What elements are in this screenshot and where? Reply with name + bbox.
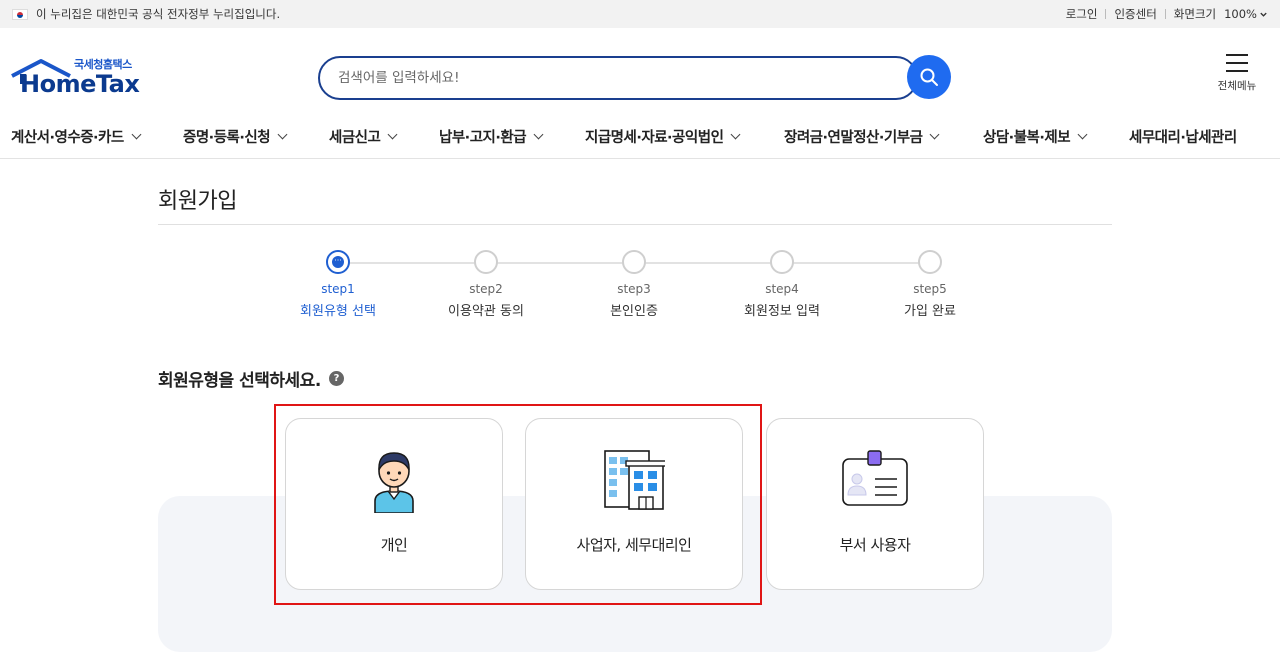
- step-4: step4 회원정보 입력: [722, 250, 842, 319]
- chevron-down-icon: [730, 129, 741, 140]
- card-label: 부서 사용자: [839, 536, 911, 554]
- search-button[interactable]: [907, 55, 951, 99]
- step-number: step5: [913, 282, 947, 296]
- chevron-down-icon: [131, 129, 142, 140]
- step-1: step1 회원유형 선택: [278, 250, 398, 319]
- nav-label: 증명·등록·신청: [183, 130, 271, 146]
- member-type-department-card[interactable]: 부서 사용자: [766, 418, 984, 590]
- step-5: step5 가입 완료: [870, 250, 990, 319]
- card-label: 사업자, 세무대리인: [576, 536, 692, 554]
- section-title-text: 회원유형을 선택하세요.: [158, 371, 321, 391]
- building-icon: [604, 450, 665, 510]
- global-nav: 계산서·영수증·카드 증명·등록·신청 세금신고 납부·고지·환급 지급명세·자…: [0, 112, 1280, 159]
- chevron-down-icon: [929, 129, 940, 140]
- search-input[interactable]: [338, 70, 898, 86]
- chevron-down-icon: [1077, 129, 1088, 140]
- nav-label: 납부·고지·환급: [439, 130, 527, 146]
- divider: [1164, 9, 1166, 19]
- nav-label: 장려금·연말정산·기부금: [784, 130, 923, 146]
- header: 국세청홈택스 HomeTax 전체메뉴: [0, 28, 1280, 110]
- all-menu-button[interactable]: 전체메뉴: [1212, 54, 1262, 93]
- section-title: 회원유형을 선택하세요. ?: [158, 366, 344, 391]
- cert-center-link[interactable]: 인증센터: [1114, 6, 1156, 22]
- person-icon: [374, 452, 414, 513]
- step-current-icon: [326, 250, 350, 274]
- utility-links: 로그인 인증센터 화면크기 100%: [1066, 6, 1268, 22]
- step-number: step2: [469, 282, 503, 296]
- gov-banner: 이 누리집은 대한민국 공식 전자정부 누리집입니다. 로그인 인증센터 화면크…: [0, 0, 1280, 28]
- nav-item-statements[interactable]: 지급명세·자료·공익법인: [585, 126, 741, 147]
- step-label: 회원정보 입력: [744, 304, 820, 319]
- member-type-individual-card[interactable]: 개인: [285, 418, 503, 590]
- nav-item-incentives[interactable]: 장려금·연말정산·기부금: [784, 126, 940, 147]
- step-label: 이용약관 동의: [448, 304, 524, 319]
- card-label: 개인: [380, 536, 408, 554]
- chevron-down-icon: [1260, 12, 1267, 17]
- step-label: 회원유형 선택: [300, 304, 376, 319]
- nav-item-consulting[interactable]: 상담·불복·제보: [983, 126, 1088, 147]
- step-circle-icon: [770, 250, 794, 274]
- search-box: [318, 56, 918, 100]
- chevron-down-icon: [387, 129, 398, 140]
- divider: [1105, 9, 1107, 19]
- nav-label: 지급명세·자료·공익법인: [585, 130, 724, 146]
- korean-flag-icon: [12, 8, 28, 20]
- chevron-down-icon: [533, 129, 544, 140]
- hometax-logo[interactable]: 국세청홈택스 HomeTax: [10, 56, 145, 101]
- logo-text: HomeTax: [20, 70, 140, 98]
- nav-label: 계산서·영수증·카드: [11, 130, 124, 146]
- zoom-select[interactable]: 100%: [1224, 7, 1268, 21]
- step-progress: step1 회원유형 선택 step2 이용약관 동의 step3 본인인증 s…: [280, 250, 1000, 330]
- help-icon[interactable]: ?: [328, 371, 344, 386]
- nav-label: 세금신고: [329, 130, 381, 146]
- gov-notice: 이 누리집은 대한민국 공식 전자정부 누리집입니다.: [36, 7, 281, 21]
- step-number: step4: [765, 282, 799, 296]
- zoom-value: 100%: [1224, 7, 1257, 21]
- login-link[interactable]: 로그인: [1066, 6, 1098, 22]
- nav-label: 세무대리·납세관리: [1129, 130, 1237, 146]
- chevron-down-icon: [277, 129, 288, 140]
- nav-label: 상담·불복·제보: [983, 130, 1071, 146]
- step-label: 본인인증: [610, 304, 658, 319]
- step-number: step3: [617, 282, 651, 296]
- search-icon: [920, 68, 938, 86]
- step-circle-icon: [474, 250, 498, 274]
- step-3: step3 본인인증: [574, 250, 694, 319]
- step-circle-icon: [622, 250, 646, 274]
- step-2: step2 이용약관 동의: [426, 250, 546, 319]
- page-title: 회원가입: [158, 189, 237, 214]
- hamburger-icon: [1226, 54, 1248, 72]
- nav-item-certificates[interactable]: 증명·등록·신청: [183, 126, 288, 147]
- member-type-business-card[interactable]: 사업자, 세무대리인: [525, 418, 743, 590]
- step-number: step1: [321, 282, 355, 296]
- step-label: 가입 완료: [904, 304, 956, 319]
- nav-item-payment[interactable]: 납부·고지·환급: [439, 126, 544, 147]
- step-circle-icon: [918, 250, 942, 274]
- nav-item-tax-agent[interactable]: 세무대리·납세관리: [1129, 126, 1237, 147]
- divider: [158, 224, 1112, 225]
- nav-item-receipts[interactable]: 계산서·영수증·카드: [11, 126, 142, 147]
- nav-item-tax-filing[interactable]: 세금신고: [329, 126, 398, 147]
- all-menu-label: 전체메뉴: [1217, 80, 1257, 92]
- id-card-icon: [842, 450, 908, 506]
- zoom-label: 화면크기: [1173, 7, 1217, 21]
